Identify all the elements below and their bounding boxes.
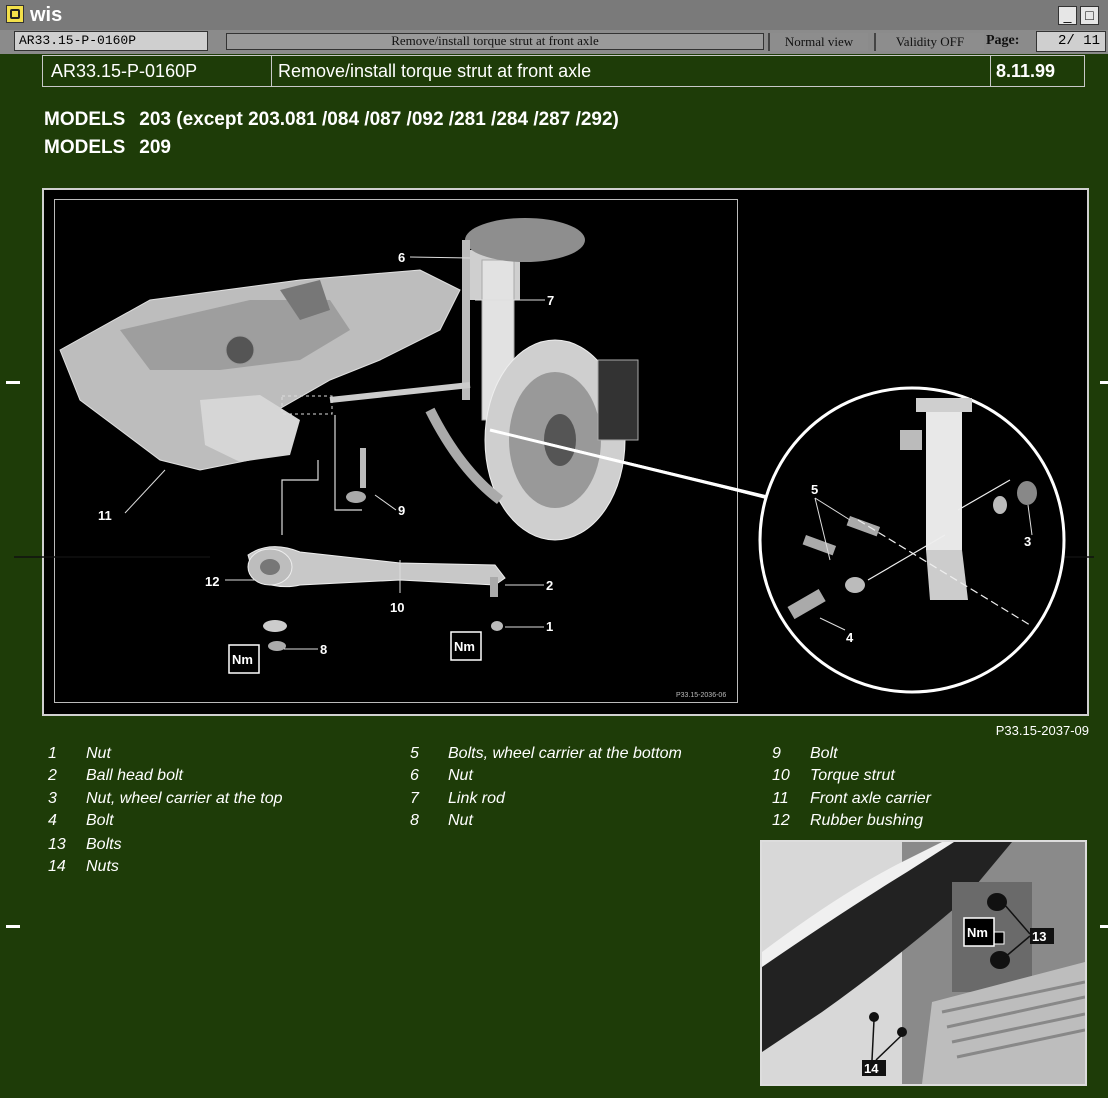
photo-illustration: Nm 13 14 [762, 842, 1085, 1084]
callout-5: 5 [811, 482, 818, 497]
legend-number: 7 [410, 790, 419, 807]
legend-number: 11 [772, 790, 789, 807]
figure-inner-ref: P33.15-2036-06 [676, 692, 726, 699]
legend-text: Link rod [448, 790, 505, 807]
legend-number: 6 [410, 767, 419, 784]
legend-number: 12 [772, 812, 790, 829]
callout-10: 10 [390, 600, 404, 615]
callout-3: 3 [1024, 534, 1031, 549]
torque-label: Nm [232, 652, 253, 667]
photo-callout-14: 14 [864, 1061, 879, 1076]
legend-number: 14 [48, 858, 66, 875]
legend-text: Nut [448, 812, 473, 829]
legend-text: Nut [448, 767, 473, 784]
legend-number: 3 [48, 790, 57, 807]
figure-reference: P33.15-2037-09 [995, 723, 1089, 738]
torque-label: Nm [967, 925, 988, 940]
callout-4: 4 [846, 630, 854, 645]
legend-number: 8 [410, 812, 419, 829]
legend-number: 9 [772, 745, 781, 762]
legend-text: Rubber bushing [810, 812, 923, 829]
legend-text: Bolts [86, 836, 122, 853]
callout-11: 11 [98, 508, 112, 523]
legend-text: Ball head bolt [86, 767, 183, 784]
legend-text: Torque strut [810, 767, 895, 784]
callout-8: 8 [320, 642, 327, 657]
legend-text: Bolts, wheel carrier at the bottom [448, 745, 682, 762]
legend-number: 2 [48, 767, 57, 784]
callout-7: 7 [547, 293, 554, 308]
legend-text: Nuts [86, 858, 119, 875]
callout-1: 1 [546, 619, 553, 634]
legend-number: 5 [410, 745, 419, 762]
callout-2: 2 [546, 578, 553, 593]
torque-label: Nm [454, 639, 475, 654]
legend-number: 13 [48, 836, 66, 853]
legend-number: 10 [772, 767, 790, 784]
callout-12: 12 [205, 574, 219, 589]
legend-text: Bolt [86, 812, 114, 829]
callout-9: 9 [398, 503, 405, 518]
callout-6: 6 [398, 250, 405, 265]
legend-text: Nut, wheel carrier at the top [86, 790, 283, 807]
legend-number: 4 [48, 812, 57, 829]
photo-callout-13: 13 [1032, 929, 1046, 944]
installation-photo: Nm 13 14 [760, 840, 1087, 1086]
legend-number: 1 [48, 745, 57, 762]
legend-text: Nut [86, 745, 111, 762]
legend-text: Bolt [810, 745, 838, 762]
legend-text: Front axle carrier [810, 790, 931, 807]
